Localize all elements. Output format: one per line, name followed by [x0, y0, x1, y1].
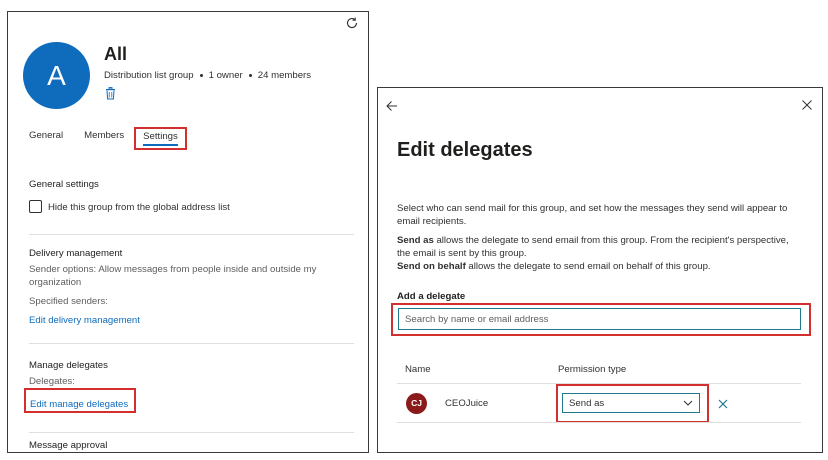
- permission-type-dropdown[interactable]: Send as: [562, 393, 700, 413]
- section-divider: [29, 343, 354, 344]
- send-as-term: Send as: [397, 235, 434, 246]
- tab-settings[interactable]: Settings: [134, 127, 187, 150]
- chevron-down-icon: [683, 400, 693, 406]
- back-arrow-icon[interactable]: [386, 100, 398, 112]
- delegate-search-input[interactable]: [398, 308, 801, 330]
- group-type: Distribution list group: [104, 70, 194, 81]
- edit-manage-delegates-link[interactable]: Edit manage delegates: [30, 399, 128, 410]
- send-as-description: Send as allows the delegate to send emai…: [397, 234, 802, 260]
- delegate-name: CEOJuice: [445, 398, 489, 409]
- sender-options-text: Sender options: Allow messages from peop…: [29, 264, 317, 288]
- tab-general[interactable]: General: [29, 129, 63, 150]
- group-meta: Distribution list group 1 owner 24 membe…: [104, 69, 311, 82]
- message-approval-title: Message approval: [29, 440, 108, 451]
- group-title: All: [104, 44, 128, 64]
- send-on-behalf-description: Send on behalf allows the delegate to se…: [397, 260, 802, 273]
- general-settings-title: General settings: [29, 179, 99, 190]
- tab-members[interactable]: Members: [84, 129, 124, 150]
- manage-delegates-title: Manage delegates: [29, 360, 108, 371]
- column-header-name: Name: [405, 364, 431, 375]
- hide-from-gal-label: Hide this group from the global address …: [48, 202, 230, 213]
- close-icon[interactable]: [802, 100, 812, 110]
- add-delegate-label: Add a delegate: [397, 291, 466, 302]
- hide-from-gal-checkbox[interactable]: [29, 200, 42, 213]
- section-divider: [29, 234, 354, 235]
- separator-dot: [199, 74, 203, 77]
- search-highlight: [391, 303, 811, 336]
- delegate-avatar: CJ: [406, 393, 427, 414]
- owner-count: 1 owner: [208, 70, 243, 81]
- edit-manage-delegates-highlight: Edit manage delegates: [24, 388, 136, 413]
- permission-highlight: Send as: [556, 384, 709, 423]
- section-divider: [29, 432, 354, 433]
- edit-delegates-panel: Edit delegates Select who can send mail …: [377, 87, 823, 453]
- refresh-icon[interactable]: [345, 16, 359, 30]
- tab-settings-label: Settings: [143, 131, 178, 142]
- send-on-behalf-text: allows the delegate to send email on beh…: [465, 261, 711, 272]
- group-avatar: A: [23, 42, 90, 109]
- send-on-behalf-term: Send on behalf: [397, 261, 466, 272]
- trash-icon[interactable]: [105, 87, 116, 100]
- separator-dot: [248, 74, 252, 77]
- send-as-text: allows the delegate to send email from t…: [397, 235, 789, 259]
- delivery-management-title: Delivery management: [29, 248, 123, 259]
- remove-icon[interactable]: [718, 399, 728, 409]
- column-header-permission: Permission type: [558, 364, 627, 375]
- tab-bar: General Members Settings: [29, 127, 187, 150]
- panel-title: Edit delegates: [397, 139, 533, 161]
- member-count: 24 members: [257, 70, 312, 81]
- edit-delivery-management-link[interactable]: Edit delivery management: [29, 314, 140, 327]
- specified-senders-label: Specified senders:: [29, 296, 108, 307]
- group-details-panel: A All Distribution list group 1 owner 24…: [7, 11, 369, 453]
- table-row-divider: [397, 422, 801, 423]
- delegates-label: Delegates:: [29, 376, 75, 387]
- intro-text: Select who can send mail for this group,…: [397, 203, 788, 227]
- permission-type-value: Send as: [569, 397, 605, 409]
